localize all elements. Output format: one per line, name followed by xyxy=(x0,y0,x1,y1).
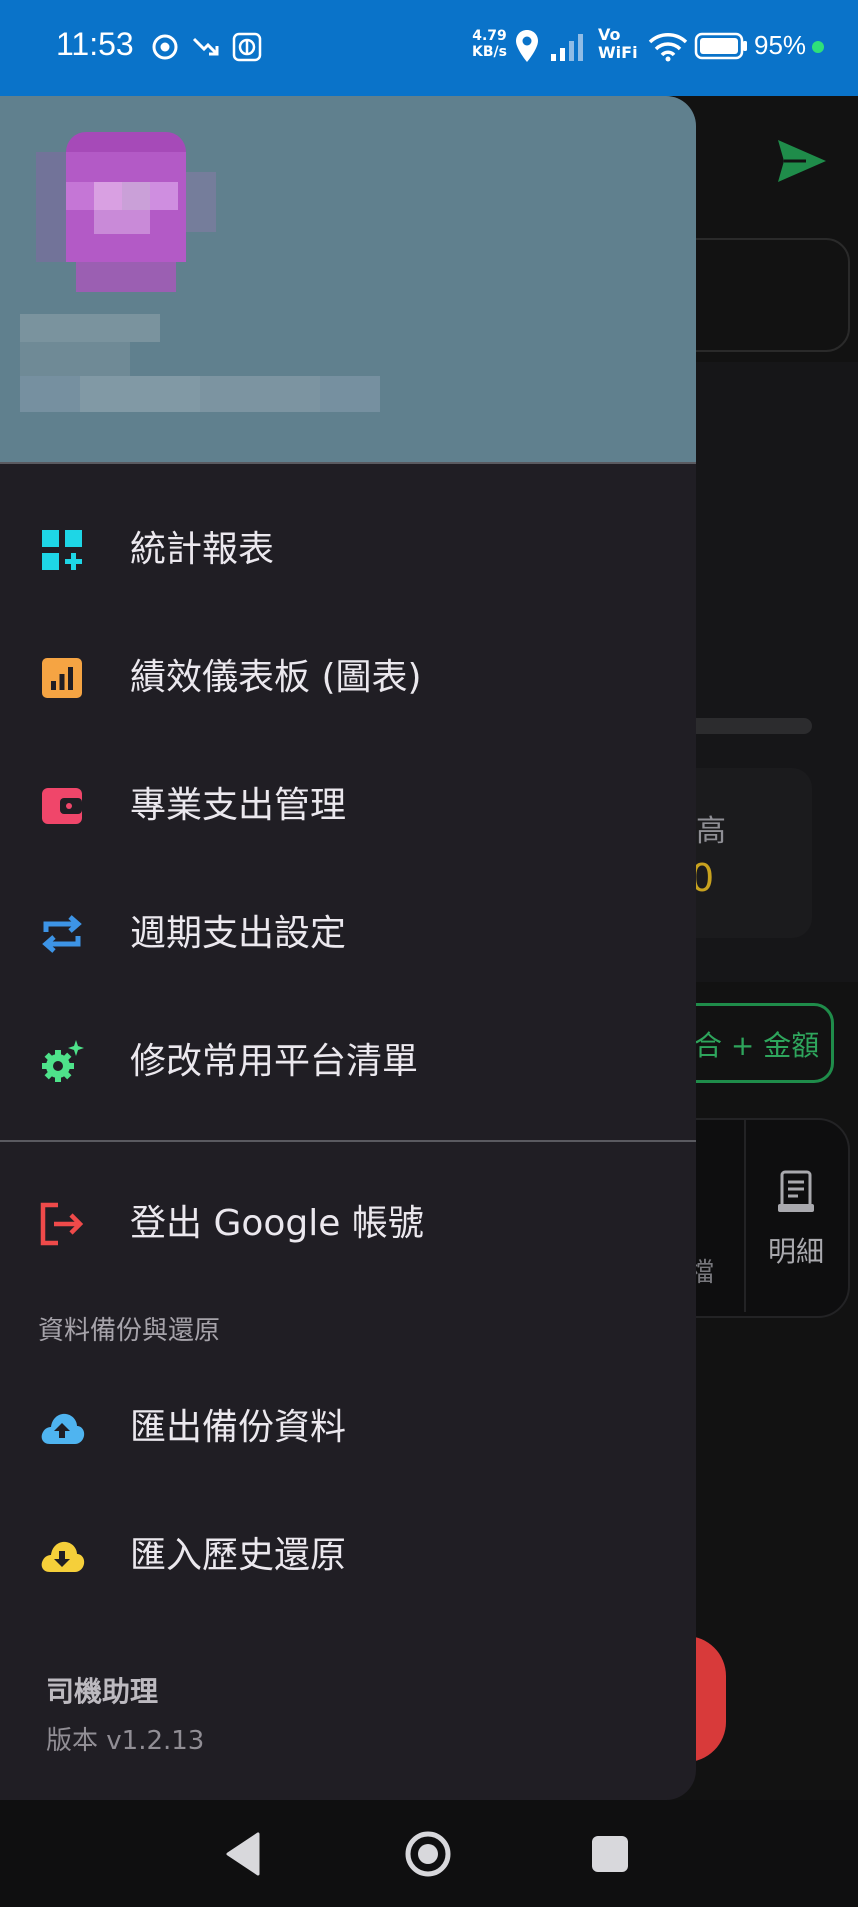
menu-item-expense-management[interactable]: 專業支出管理 xyxy=(0,754,696,854)
bar-chart-icon xyxy=(42,658,82,698)
menu-label: 修改常用平台清單 xyxy=(130,1041,419,1082)
trend-down-icon xyxy=(192,37,219,56)
logout-label: 登出 Google 帳號 xyxy=(130,1203,424,1244)
menu-label: 週期支出設定 xyxy=(130,913,347,954)
background-progress-bar xyxy=(680,718,812,734)
location-icon xyxy=(516,30,538,62)
menu-item-logout[interactable]: 登出 Google 帳號 xyxy=(0,1172,696,1272)
vowifi-top: Vo xyxy=(598,25,621,44)
app-version: 版本 v1.2.13 xyxy=(46,1726,205,1756)
vowifi-bottom: WiFi xyxy=(598,43,638,62)
amount-button-label: 合 + 金額 xyxy=(694,1029,820,1062)
background-tab-divider xyxy=(744,1120,746,1312)
send-icon xyxy=(778,140,826,182)
gear-sparkle-icon xyxy=(42,1040,84,1082)
menu-item-statistics-report[interactable]: 統計報表 xyxy=(0,498,696,598)
drawer-header xyxy=(0,96,696,462)
cloud-download-icon xyxy=(41,1541,85,1572)
menu-item-recurring-expenses[interactable]: 週期支出設定 xyxy=(0,882,696,982)
dashboard-add-icon xyxy=(42,530,82,570)
back-icon[interactable] xyxy=(218,1828,270,1880)
wifi-icon xyxy=(648,33,688,62)
menu-item-performance-dashboard[interactable]: 績效儀表板 (圖表) xyxy=(0,626,696,726)
menu-divider xyxy=(0,1140,696,1142)
app-name: 司機助理 xyxy=(46,1675,159,1708)
menu-item-export-backup[interactable]: 匯出備份資料 xyxy=(0,1376,696,1476)
menu-item-import-restore[interactable]: 匯入歷史還原 xyxy=(0,1504,696,1604)
battery-percent: 95% xyxy=(754,30,807,60)
navigation-drawer: 統計報表 績效儀表板 (圖表) 專業支出管理 週期支出設定 修改常用平台清單 登… xyxy=(0,96,696,1800)
recents-icon[interactable] xyxy=(584,1828,636,1880)
menu-label: 匯入歷史還原 xyxy=(130,1535,347,1576)
menu-label: 統計報表 xyxy=(130,529,275,570)
vowifi-indicator: Vo WiFi xyxy=(598,26,638,62)
network-speed: 4.79 KB/s xyxy=(472,28,507,60)
network-speed-unit: KB/s xyxy=(472,44,507,60)
battery-icon xyxy=(694,32,747,60)
system-navigation-bar xyxy=(0,1800,858,1907)
account-info-blurred xyxy=(20,314,380,412)
network-speed-value: 4.79 xyxy=(472,28,507,44)
menu-item-edit-platform-list[interactable]: 修改常用平台清單 xyxy=(0,1010,696,1110)
header-divider xyxy=(0,462,696,464)
receipt-icon xyxy=(778,1170,814,1212)
background-card-label: 高 xyxy=(696,814,726,849)
repeat-icon xyxy=(42,915,82,953)
status-bar: 11:53 4.79 KB/s Vo WiFi 95% xyxy=(0,0,858,96)
backup-section-label: 資料備份與還原 xyxy=(38,1316,221,1346)
tab-detail-label: 明細 xyxy=(768,1235,825,1268)
signal-icon xyxy=(551,34,583,61)
menu-label: 績效儀表板 (圖表) xyxy=(130,657,422,698)
menu-label: 匯出備份資料 xyxy=(130,1407,347,1448)
status-time: 11:53 xyxy=(56,26,134,62)
avatar xyxy=(36,132,216,292)
menu-label: 專業支出管理 xyxy=(130,785,347,826)
wallet-icon xyxy=(42,788,82,824)
home-icon[interactable] xyxy=(402,1828,454,1880)
app-notification-icon xyxy=(232,32,262,62)
privacy-indicator-dot xyxy=(812,41,824,53)
cloud-upload-icon xyxy=(41,1413,85,1444)
chrome-icon xyxy=(152,34,178,60)
logout-icon xyxy=(40,1202,84,1246)
